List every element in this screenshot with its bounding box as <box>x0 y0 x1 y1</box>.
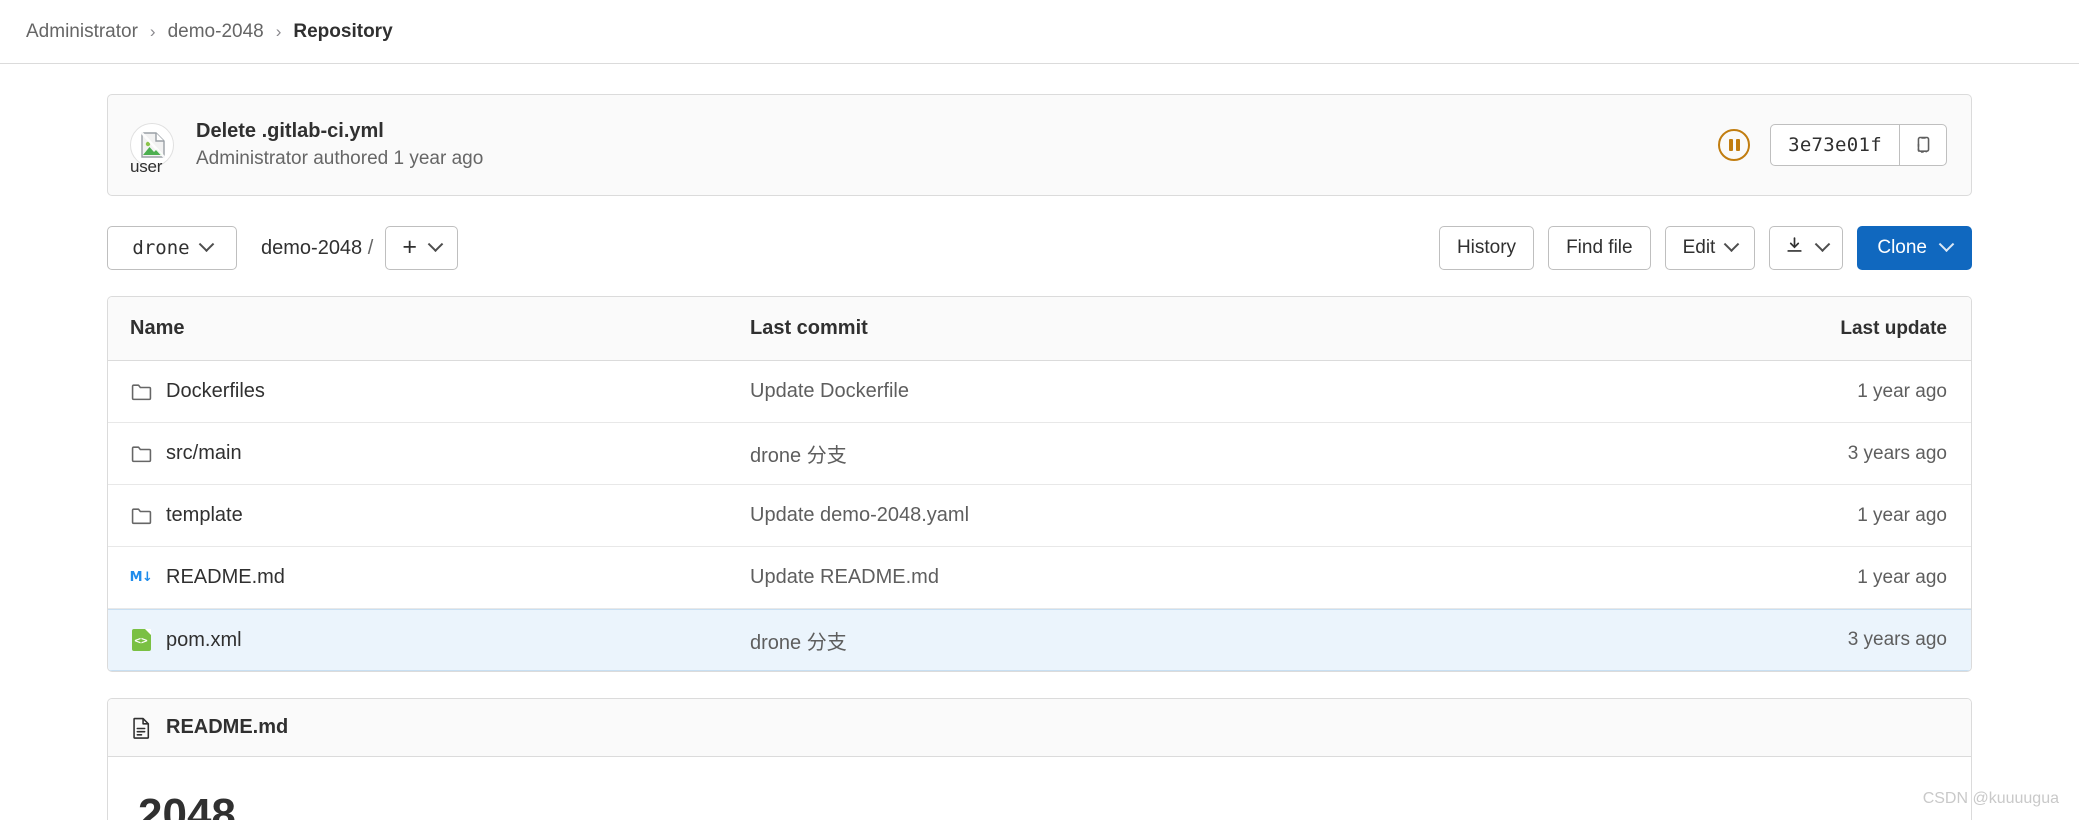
last-update-time: 1 year ago <box>1857 380 1947 402</box>
breadcrumb: Administrator › demo-2048 › Repository <box>0 0 2079 64</box>
folder-icon <box>130 443 152 465</box>
readme-panel: README.md 2048 <box>107 698 1972 820</box>
commit-sha[interactable]: 3e73e01f <box>1771 125 1899 165</box>
table-row[interactable]: src/main drone 分支 3 years ago <box>108 423 1971 485</box>
avatar: user <box>130 123 174 176</box>
chevron-down-icon <box>1724 235 1740 252</box>
repository-page: user Delete .gitlab-ci.yml Administrator… <box>0 94 2079 820</box>
path-separator: / <box>367 236 374 259</box>
table-row[interactable]: M↓ README.md Update README.md 1 year ago <box>108 547 1971 609</box>
file-name[interactable]: pom.xml <box>166 629 242 652</box>
readme-heading: 2048 <box>138 790 236 820</box>
copy-to-clipboard-icon[interactable] <box>1899 125 1946 165</box>
table-row[interactable]: template Update demo-2048.yaml 1 year ag… <box>108 485 1971 547</box>
file-name-cell: <> pom.xml <box>130 629 750 652</box>
commit-title[interactable]: Delete .gitlab-ci.yml <box>196 120 483 143</box>
avatar-alt-text: user <box>130 157 163 176</box>
readme-panel-header: README.md <box>108 699 1971 757</box>
edit-button[interactable]: Edit <box>1664 226 1756 270</box>
watermark: CSDN @kuuuugua <box>1922 790 2059 807</box>
readme-title[interactable]: README.md <box>166 716 288 739</box>
folder-icon <box>130 505 152 527</box>
commit-info: Delete .gitlab-ci.yml Administrator auth… <box>196 120 483 170</box>
document-icon <box>130 717 152 739</box>
file-name[interactable]: template <box>166 504 243 527</box>
file-name-cell: template <box>130 504 750 527</box>
breadcrumb-item-administrator[interactable]: Administrator <box>26 21 138 43</box>
chevron-down-icon <box>1815 235 1831 252</box>
breadcrumb-path: demo-2048 / <box>261 237 373 260</box>
file-name-cell: M↓ README.md <box>130 566 750 589</box>
folder-icon <box>130 381 152 403</box>
last-commit-panel: user Delete .gitlab-ci.yml Administrator… <box>107 94 1972 196</box>
last-commit-message[interactable]: drone 分支 <box>750 439 1717 468</box>
repository-toolbar: drone demo-2048 / + History Find file Ed… <box>107 226 1972 270</box>
file-name[interactable]: Dockerfiles <box>166 380 265 403</box>
chevron-down-icon <box>427 235 444 252</box>
chevron-right-icon: › <box>275 22 282 41</box>
last-commit-message[interactable]: Update README.md <box>750 566 1717 589</box>
breadcrumb-item-project[interactable]: demo-2048 <box>168 21 264 43</box>
download-button[interactable] <box>1769 226 1844 270</box>
download-icon <box>1784 235 1805 262</box>
file-name[interactable]: src/main <box>166 442 242 465</box>
clone-button[interactable]: Clone <box>1857 226 1972 270</box>
file-name-cell: Dockerfiles <box>130 380 750 403</box>
column-header-name: Name <box>130 317 185 339</box>
breadcrumb-item-repository[interactable]: Repository <box>293 21 392 43</box>
file-name[interactable]: README.md <box>166 566 285 589</box>
last-commit-message[interactable]: drone 分支 <box>750 626 1717 655</box>
last-update-time: 1 year ago <box>1857 504 1947 526</box>
file-tree-table: Name Last commit Last update Dockerfiles… <box>107 296 1972 672</box>
chevron-down-icon <box>1938 235 1955 252</box>
table-header-row: Name Last commit Last update <box>108 297 1971 361</box>
table-row[interactable]: <> pom.xml drone 分支 3 years ago <box>108 609 1971 671</box>
column-header-last-commit: Last commit <box>750 317 868 339</box>
find-file-label: Find file <box>1566 237 1633 258</box>
path-project-name[interactable]: demo-2048 <box>261 237 362 259</box>
table-row[interactable]: Dockerfiles Update Dockerfile 1 year ago <box>108 361 1971 423</box>
chevron-down-icon <box>198 235 214 252</box>
plus-icon: + <box>402 232 417 261</box>
markdown-icon: M↓ <box>129 570 153 585</box>
find-file-button[interactable]: Find file <box>1548 226 1651 270</box>
branch-selector-button[interactable]: drone <box>107 226 237 270</box>
last-commit-message[interactable]: Update demo-2048.yaml <box>750 504 1717 527</box>
pipeline-status-paused-icon[interactable] <box>1718 129 1751 161</box>
file-name-cell: src/main <box>130 442 750 465</box>
history-label: History <box>1456 237 1517 258</box>
branch-name: drone <box>132 237 190 259</box>
clone-label: Clone <box>1877 237 1927 258</box>
chevron-right-icon: › <box>149 22 156 41</box>
xml-file-icon: <> <box>130 629 152 651</box>
commit-sha-group: 3e73e01f <box>1770 124 1947 166</box>
readme-content: 2048 <box>108 757 1971 820</box>
commit-author-and-time: Administrator authored 1 year ago <box>196 148 484 169</box>
add-to-tree-button[interactable]: + <box>385 226 458 270</box>
commit-meta-actions: 3e73e01f <box>1718 124 1947 166</box>
column-header-last-update: Last update <box>1840 317 1947 339</box>
last-update-time: 3 years ago <box>1847 442 1947 464</box>
last-update-time: 1 year ago <box>1857 566 1947 588</box>
toolbar-actions: History Find file Edit Clone <box>1438 226 1972 270</box>
broken-image-icon <box>140 131 166 159</box>
last-commit-message[interactable]: Update Dockerfile <box>750 380 1717 403</box>
edit-label: Edit <box>1682 237 1716 258</box>
history-button[interactable]: History <box>1438 226 1535 270</box>
last-update-time: 3 years ago <box>1847 629 1947 650</box>
